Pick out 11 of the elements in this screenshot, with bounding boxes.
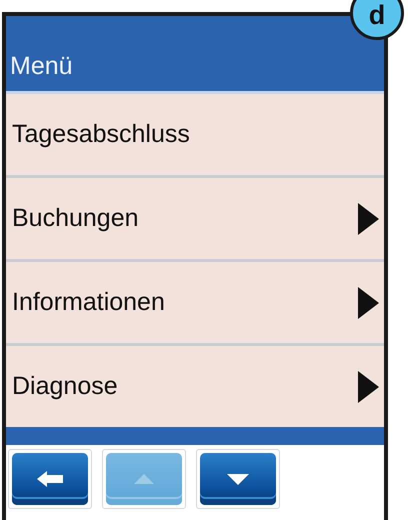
up-triangle-icon [132, 472, 156, 486]
left-arrow-icon [35, 469, 65, 489]
down-button[interactable] [200, 453, 276, 505]
menu-item[interactable]: Tagesabschluss [6, 94, 384, 178]
menu-item[interactable]: Buchungen [6, 178, 384, 262]
menu-item[interactable]: Informationen [6, 262, 384, 346]
back-button[interactable] [12, 453, 88, 505]
down-triangle-icon [226, 472, 250, 486]
menu-title: Menü [10, 52, 73, 81]
step-badge: d [350, 0, 404, 40]
menu-item[interactable]: Diagnose [6, 346, 384, 430]
